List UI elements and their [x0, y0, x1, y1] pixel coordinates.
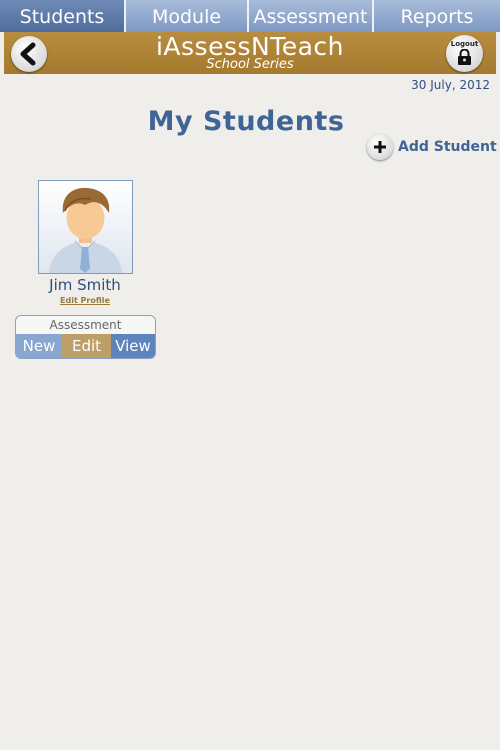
tab-reports[interactable]: Reports — [374, 0, 500, 32]
new-assessment-button[interactable]: New — [16, 334, 62, 358]
person-icon — [49, 187, 122, 273]
app-subtitle: School Series — [206, 57, 294, 72]
tab-students[interactable]: Students — [0, 0, 126, 32]
lock-icon — [458, 49, 471, 65]
student-name: Jim Smith — [49, 276, 121, 294]
assessment-label: Assessment — [49, 318, 122, 332]
student-avatar[interactable] — [38, 180, 133, 274]
edit-assessment-button[interactable]: Edit — [62, 334, 111, 358]
view-assessment-button[interactable]: View — [111, 334, 155, 358]
assessment-buttons: New Edit View — [16, 334, 155, 358]
assessment-panel: Assessment New Edit View — [15, 315, 156, 359]
logout-button[interactable]: Logout — [446, 35, 483, 72]
add-student-button[interactable]: Add Student — [367, 133, 497, 161]
logout-label: Logout — [450, 40, 479, 48]
tab-module[interactable]: Module — [126, 0, 249, 32]
add-student-label: Add Student — [398, 139, 497, 155]
top-tab-bar: Students Module Assessment Reports — [0, 0, 500, 32]
app-header: iAssessNTeach School Series Logout — [4, 32, 496, 74]
edit-profile-link[interactable]: Edit Profile — [20, 296, 150, 305]
tab-assessment[interactable]: Assessment — [249, 0, 374, 32]
current-date: 30 July, 2012 — [411, 78, 490, 92]
plus-icon — [367, 134, 393, 160]
